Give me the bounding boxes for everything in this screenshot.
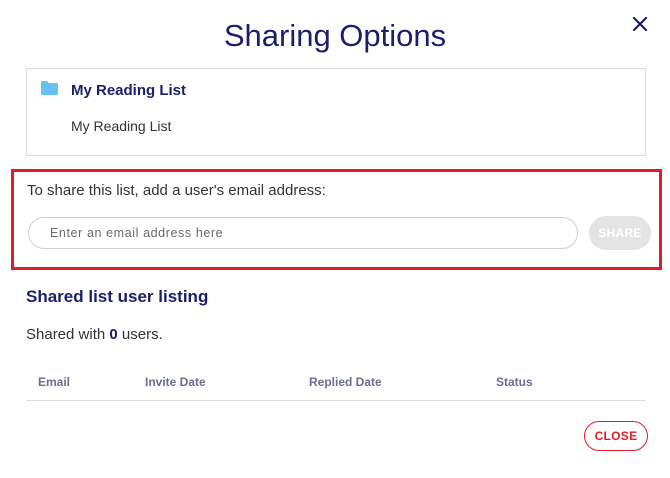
share-prompt: To share this list, add a user's email a… [27, 182, 326, 199]
email-input[interactable] [28, 217, 578, 249]
list-name: My Reading List [71, 82, 187, 99]
shared-count-number: 0 [109, 326, 118, 343]
list-card: My Reading List My Reading List [26, 68, 646, 156]
modal-title: Sharing Options [223, 18, 447, 53]
shared-users-table-header: Email Invite Date Replied Date Status [26, 374, 646, 401]
shared-count-suffix: users. [121, 326, 163, 343]
column-header-status: Status [496, 375, 533, 389]
column-header-replied-date: Replied Date [309, 375, 382, 389]
close-x-icon [632, 16, 648, 32]
column-header-email: Email [38, 375, 71, 389]
list-description: My Reading List [71, 118, 172, 134]
share-section: To share this list, add a user's email a… [11, 169, 662, 270]
share-button[interactable]: SHARE [589, 216, 651, 250]
sharing-options-modal: Sharing Options My Reading List My Readi… [0, 0, 670, 478]
shared-count-text: Shared with 0 users. [26, 326, 163, 343]
close-button[interactable]: CLOSE [584, 421, 648, 451]
close-icon[interactable] [626, 10, 654, 38]
shared-count-prefix: Shared with [26, 326, 106, 343]
shared-listing-title: Shared list user listing [26, 287, 209, 306]
column-header-invite-date: Invite Date [145, 375, 206, 389]
folder-icon [41, 81, 58, 100]
